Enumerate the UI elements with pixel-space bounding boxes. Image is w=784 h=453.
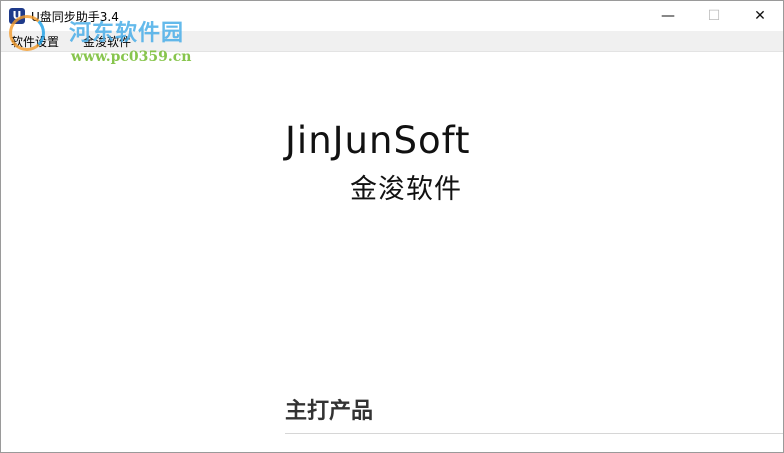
menu-item-jinjun[interactable]: 金浚软件 <box>83 33 131 50</box>
section-divider <box>285 433 783 434</box>
brand-name-english: JinJunSoft <box>285 119 471 162</box>
brand-name-chinese: 金浚软件 <box>350 174 462 205</box>
maximize-button[interactable]: ☐ <box>691 1 737 31</box>
window-title: U盘同步助手3.4 <box>31 10 119 24</box>
minimize-button[interactable]: — <box>645 1 691 31</box>
close-button[interactable]: ✕ <box>737 1 783 31</box>
title-bar[interactable]: U U盘同步助手3.4 — ☐ ✕ <box>1 1 783 31</box>
app-icon: U <box>9 8 25 24</box>
menu-bar: 软件设置 金浚软件 <box>1 31 783 52</box>
menu-item-settings[interactable]: 软件设置 <box>11 33 59 50</box>
app-window: U U盘同步助手3.4 — ☐ ✕ 软件设置 金浚软件 JinJunSoft 金… <box>0 0 784 453</box>
section-title-main-products: 主打产品 <box>285 399 374 424</box>
